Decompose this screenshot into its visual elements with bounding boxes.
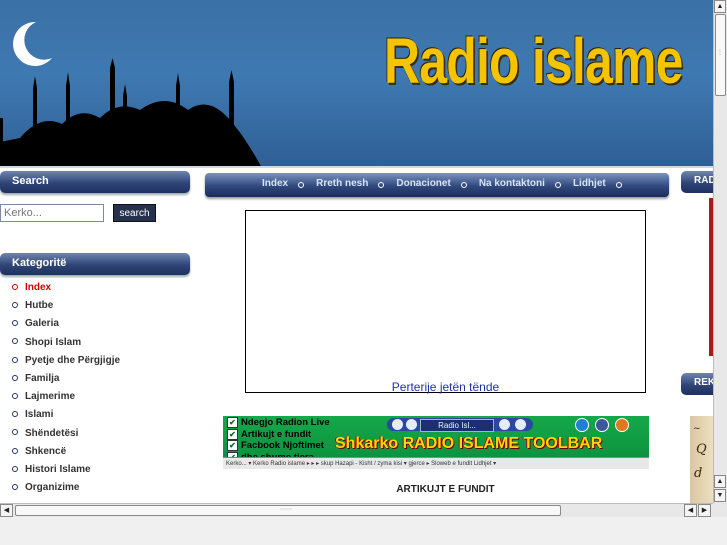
- category-item-lajmerime[interactable]: Lajmerime: [11, 389, 120, 407]
- banner-divider: [0, 166, 713, 168]
- category-label: Shopi Islam: [25, 336, 82, 348]
- recent-articles-heading: ARTIKUJT E FUNDIT: [396, 484, 495, 495]
- category-item-histori-islame[interactable]: Histori Islame: [11, 462, 120, 480]
- scroll-down-button[interactable]: ▼: [714, 489, 726, 502]
- category-item-index[interactable]: Index: [11, 280, 120, 298]
- player-link[interactable]: Perterije jetën tënde: [246, 380, 645, 394]
- header-banner: Radio islame: [0, 0, 713, 168]
- grip-icon: ⋯⋯: [280, 507, 292, 513]
- bullet-icon: [12, 374, 18, 381]
- nav-item-rreth-nesh[interactable]: Rreth nesh: [316, 178, 396, 189]
- category-item-shkence[interactable]: Shkencë: [11, 444, 120, 462]
- bullet-icon: [12, 338, 18, 345]
- toolbar-download-banner[interactable]: Ndegjo Radion Live Artikujt e fundit Fac…: [223, 416, 649, 469]
- bullet-icon: [12, 356, 18, 363]
- script-decoration: Q: [696, 442, 707, 457]
- bullet-icon: [12, 447, 18, 454]
- minimize-icon: [515, 419, 526, 430]
- scroll-right-button[interactable]: ▶: [698, 504, 711, 517]
- firefox-icon: [615, 418, 629, 432]
- ad-feature: Artikujt e fundit: [227, 429, 330, 441]
- category-item-galeria[interactable]: Galeria: [11, 316, 120, 334]
- nav-label: Rreth nesh: [316, 178, 369, 189]
- search-input[interactable]: [0, 204, 104, 222]
- category-label: Index: [25, 282, 52, 293]
- scroll-left-button-lower[interactable]: ◀: [684, 504, 697, 517]
- search-button[interactable]: search: [113, 204, 156, 222]
- vertical-scroll-thumb[interactable]: ⋮⋮: [715, 14, 727, 96]
- category-item-pyetje[interactable]: Pyetje dhe Përgjigje: [11, 353, 120, 371]
- categories-heading: Kategoritë: [0, 253, 190, 275]
- search-heading: Search: [0, 171, 190, 193]
- bullet-icon: [554, 182, 561, 188]
- bullet-icon: [12, 411, 18, 418]
- play-icon: [406, 419, 417, 430]
- stop-icon: [392, 419, 403, 430]
- category-item-shendetesi[interactable]: Shëndetësi: [11, 426, 120, 444]
- main-nav: Index Rreth nesh Donacionet Na kontakton…: [205, 173, 669, 197]
- scroll-up-button[interactable]: ▲: [714, 0, 726, 13]
- category-label: Lajmerime: [25, 391, 76, 403]
- vertical-scrollbar[interactable]: ▲ ⋮⋮ ▲ ▼: [713, 0, 727, 503]
- category-label: Familja: [25, 372, 60, 384]
- globe-icon: [575, 418, 589, 432]
- category-label: Organizime: [25, 482, 80, 494]
- bullet-icon: [460, 182, 467, 188]
- right-heading-radio: RAD: [681, 171, 713, 193]
- volume-icon: [499, 419, 510, 430]
- nav-label: Lidhjet: [572, 178, 606, 189]
- category-item-organizime[interactable]: Organizime: [11, 480, 120, 498]
- horizontal-scroll-thumb[interactable]: ⋯⋯: [15, 505, 561, 516]
- nav-item-donacionet[interactable]: Donacionet: [396, 178, 478, 189]
- nav-label: Index: [262, 178, 289, 189]
- bullet-icon: [12, 465, 18, 472]
- bullet-icon: [12, 302, 18, 309]
- ad-radio-display: Radio Isl...: [420, 419, 494, 432]
- right-heading-rek: REK: [681, 373, 713, 395]
- site-title: Radio islame: [384, 25, 683, 97]
- nav-items: Index Rreth nesh Donacionet Na kontakton…: [262, 178, 634, 189]
- bullet-icon: [12, 283, 18, 290]
- category-label: Islami: [25, 409, 54, 421]
- web-page: Radio islame Search search Kategoritë In…: [0, 0, 713, 503]
- nav-item-na-kontaktoni[interactable]: Na kontaktoni: [479, 178, 573, 189]
- media-player-frame[interactable]: Perterije jetën tënde: [245, 210, 646, 394]
- category-list: Index Hutbe Galeria Shopi Islam Pyetje d…: [11, 280, 120, 498]
- category-item-islami[interactable]: Islami: [11, 407, 120, 425]
- right-image: ~ Q d: [690, 416, 713, 503]
- bullet-icon: [12, 320, 18, 327]
- facebook-icon: [595, 418, 609, 432]
- scrollbar-corner: [713, 503, 727, 517]
- nav-label: Na kontaktoni: [478, 178, 545, 189]
- script-decoration: d: [694, 466, 703, 481]
- category-item-familja[interactable]: Familja: [11, 371, 120, 389]
- nav-item-lidhjet[interactable]: Lidhjet: [573, 178, 634, 189]
- scroll-up-button-lower[interactable]: ▲: [714, 475, 726, 488]
- grip-icon: ⋮⋮: [717, 50, 727, 56]
- bullet-icon: [378, 182, 385, 188]
- category-item-shopi-islam[interactable]: Shopi Islam: [11, 335, 120, 353]
- horizontal-scrollbar[interactable]: ◀ ⋯⋯ ◀ ▶: [0, 503, 713, 517]
- category-label: Galeria: [25, 318, 59, 330]
- category-label: Shëndetësi: [25, 427, 79, 439]
- bullet-icon: [615, 182, 622, 188]
- nav-item-index[interactable]: Index: [262, 178, 316, 189]
- category-label: Shkencë: [25, 445, 67, 457]
- mosque-silhouette: [0, 58, 262, 168]
- bullet-icon: [298, 182, 305, 188]
- script-decoration: ~: [693, 424, 701, 434]
- bullet-icon: [12, 392, 18, 399]
- category-label: Histori Islame: [25, 463, 91, 475]
- category-label: Hutbe: [25, 300, 54, 312]
- ad-headline: Shkarko RADIO ISLAME TOOLBAR: [335, 435, 603, 452]
- nav-label: Donacionet: [396, 178, 451, 189]
- scroll-left-button[interactable]: ◀: [0, 504, 13, 517]
- category-label: Pyetje dhe Përgjigje: [25, 354, 121, 366]
- ad-feature: Facbook Njoftimet: [227, 440, 330, 452]
- ad-feature: Ndegjo Radion Live: [227, 417, 330, 429]
- bullet-icon: [12, 429, 18, 436]
- bullet-icon: [12, 483, 18, 490]
- category-item-hutbe[interactable]: Hutbe: [11, 298, 120, 316]
- ad-toolbar-strip: Kerko... ▾ Kerko Radio islame ▸ ▸ ▸ skup…: [223, 457, 649, 469]
